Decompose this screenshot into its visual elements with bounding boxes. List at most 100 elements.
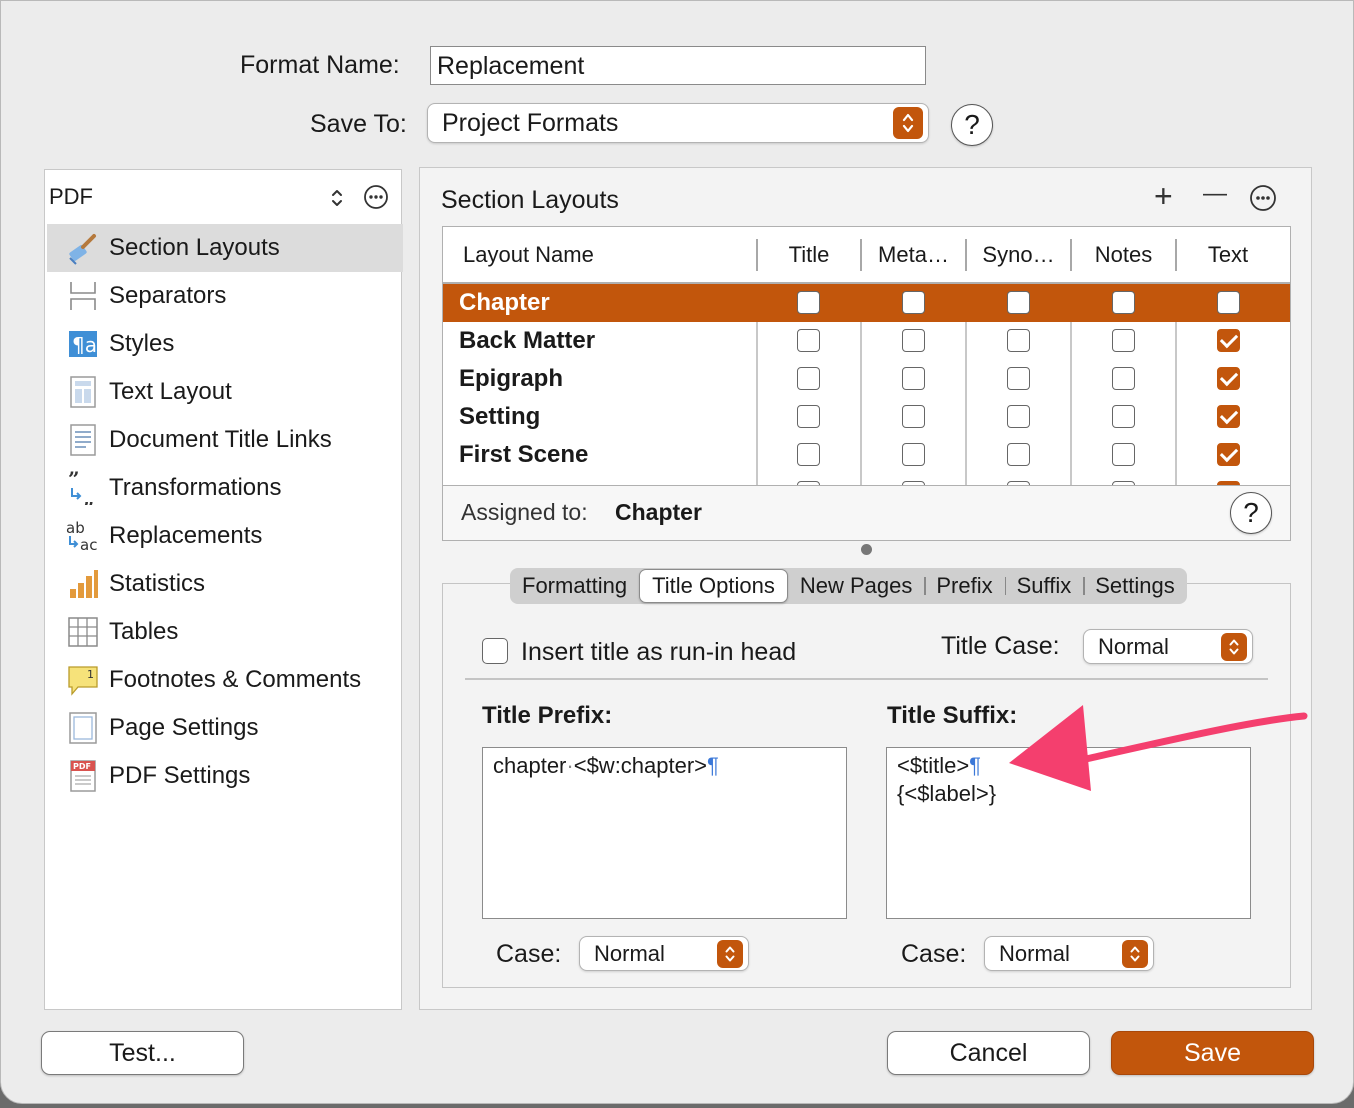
checkbox-title[interactable]: [797, 329, 820, 352]
checkbox-notes[interactable]: [1112, 291, 1135, 314]
format-name-label: Format Name:: [240, 51, 400, 79]
save-button[interactable]: Save: [1111, 1031, 1314, 1075]
suffix-line-2: {<$label>}: [897, 781, 997, 806]
document-icon: [65, 422, 101, 458]
split-handle[interactable]: [861, 544, 872, 555]
sidebar-item-label: Document Title Links: [109, 426, 332, 453]
column-header-meta[interactable]: Meta…: [861, 227, 966, 283]
assigned-help-button[interactable]: ?: [1230, 492, 1272, 534]
checkbox-meta[interactable]: [902, 367, 925, 390]
save-to-value: Project Formats: [442, 108, 619, 137]
checkbox-notes[interactable]: [1112, 329, 1135, 352]
checkbox-synopsis[interactable]: [1007, 443, 1030, 466]
tab-new-pages[interactable]: New Pages: [788, 568, 925, 604]
svg-text:„: „: [83, 486, 95, 505]
column-divider: [860, 322, 862, 485]
annotation-arrow-icon: [1009, 705, 1308, 791]
checkbox-meta[interactable]: [902, 405, 925, 428]
bar-chart-icon: [65, 566, 101, 602]
layout-more-icon[interactable]: [1249, 184, 1277, 212]
checkbox-text[interactable]: [1217, 367, 1240, 390]
tab-prefix[interactable]: Prefix: [924, 568, 1004, 604]
sidebar-item-label: Text Layout: [109, 378, 232, 405]
checkbox-meta[interactable]: [902, 443, 925, 466]
table-row[interactable]: Chapter: [443, 284, 1290, 322]
cancel-button[interactable]: Cancel: [887, 1031, 1090, 1075]
table-row[interactable]: Back Matter: [443, 322, 1290, 360]
sidebar-more-icon[interactable]: [363, 184, 389, 210]
checkbox-notes[interactable]: [1112, 405, 1135, 428]
sidebar-item-separators[interactable]: Separators: [47, 272, 403, 320]
assigned-to-label: Assigned to:: [461, 499, 588, 525]
table-icon: [65, 614, 101, 650]
prefix-case-popup[interactable]: Normal: [579, 936, 749, 971]
sidebar-item-label: Section Layouts: [109, 234, 280, 261]
suffix-case-value: Normal: [999, 940, 1070, 966]
checkbox-text[interactable]: [1217, 329, 1240, 352]
sidebar-item-footnotes-comments[interactable]: 1 Footnotes & Comments: [47, 656, 403, 704]
sidebar-item-tables[interactable]: Tables: [47, 608, 403, 656]
sidebar-item-styles[interactable]: ¶a Styles: [47, 320, 403, 368]
suffix-case-label: Case:: [901, 940, 967, 968]
checkbox-synopsis[interactable]: [1007, 405, 1030, 428]
sidebar-selector-chevron-icon[interactable]: [327, 184, 347, 212]
sidebar-item-label: Replacements: [109, 522, 263, 549]
checkbox-synopsis[interactable]: [1007, 367, 1030, 390]
row-name: Back Matter: [459, 327, 596, 354]
section-layouts-pane: Section Layouts + — Layout Name Title Me…: [419, 167, 1312, 1010]
checkbox-text[interactable]: [1217, 443, 1240, 466]
table-row[interactable]: Epigraph: [443, 360, 1290, 398]
sidebar-item-statistics[interactable]: Statistics: [47, 560, 403, 608]
checkbox-meta[interactable]: [902, 329, 925, 352]
add-layout-button[interactable]: +: [1154, 178, 1173, 215]
sidebar-item-text-layout[interactable]: Text Layout: [47, 368, 403, 416]
checkbox-title[interactable]: [797, 367, 820, 390]
checkbox-synopsis[interactable]: [1007, 329, 1030, 352]
checkbox-notes[interactable]: [1112, 367, 1135, 390]
suffix-case-popup[interactable]: Normal: [984, 936, 1154, 971]
sidebar-item-document-title-links[interactable]: Document Title Links: [47, 416, 403, 464]
checkbox-title[interactable]: [797, 291, 820, 314]
title-case-popup[interactable]: Normal: [1083, 629, 1253, 664]
tab-settings[interactable]: Settings: [1083, 568, 1187, 604]
help-button[interactable]: ?: [951, 104, 993, 146]
column-divider: [756, 239, 758, 271]
remove-layout-button[interactable]: —: [1203, 180, 1227, 208]
row-name: Setting: [459, 403, 541, 430]
column-header-title[interactable]: Title: [757, 227, 861, 283]
sidebar-item-transformations[interactable]: ” „ Transformations: [47, 464, 403, 512]
checkbox-title[interactable]: [797, 443, 820, 466]
column-header-notes[interactable]: Notes: [1071, 227, 1176, 283]
checkbox-synopsis[interactable]: [1007, 291, 1030, 314]
checkbox-text[interactable]: [1217, 405, 1240, 428]
sidebar-item-pdf-settings[interactable]: PDF PDF Settings: [47, 752, 403, 800]
sidebar: PDF Section Layouts Separators ¶a Styles: [44, 169, 403, 1010]
test-button[interactable]: Test...: [41, 1031, 244, 1075]
tab-suffix[interactable]: Suffix: [1004, 568, 1084, 604]
checkbox-text[interactable]: [1217, 291, 1240, 314]
svg-text:ac: ac: [80, 536, 97, 553]
table-row[interactable]: First Scene: [443, 436, 1290, 474]
sidebar-item-replacements[interactable]: ab ac Replacements: [47, 512, 403, 560]
column-header-synopsis[interactable]: Syno…: [966, 227, 1071, 283]
section-layouts-title: Section Layouts: [441, 186, 619, 214]
title-case-label: Title Case:: [941, 632, 1060, 660]
table-row[interactable]: Setting: [443, 398, 1290, 436]
sidebar-item-page-settings[interactable]: Page Settings: [47, 704, 403, 752]
checkbox-meta[interactable]: [902, 291, 925, 314]
format-name-field[interactable]: Replacement: [430, 46, 926, 85]
run-in-head-checkbox[interactable]: [482, 638, 508, 664]
checkbox-notes[interactable]: [1112, 443, 1135, 466]
title-prefix-textarea[interactable]: chapter·<$w:chapter>¶: [482, 747, 847, 919]
section-layouts-table: Layout Name Title Meta… Syno… Notes Text…: [442, 226, 1291, 486]
pdf-icon: PDF: [65, 758, 101, 794]
column-header-layout-name[interactable]: Layout Name: [463, 227, 594, 283]
checkbox-title[interactable]: [797, 405, 820, 428]
sidebar-item-section-layouts[interactable]: Section Layouts: [47, 224, 403, 272]
save-to-popup[interactable]: Project Formats: [427, 103, 929, 143]
tab-formatting[interactable]: Formatting: [510, 568, 639, 604]
assigned-to-bar: Assigned to: Chapter ?: [442, 486, 1291, 541]
tab-title-options[interactable]: Title Options: [639, 569, 788, 603]
column-header-text[interactable]: Text: [1176, 227, 1280, 283]
compile-format-dialog: Format Name: Replacement Save To: Projec…: [0, 0, 1354, 1104]
